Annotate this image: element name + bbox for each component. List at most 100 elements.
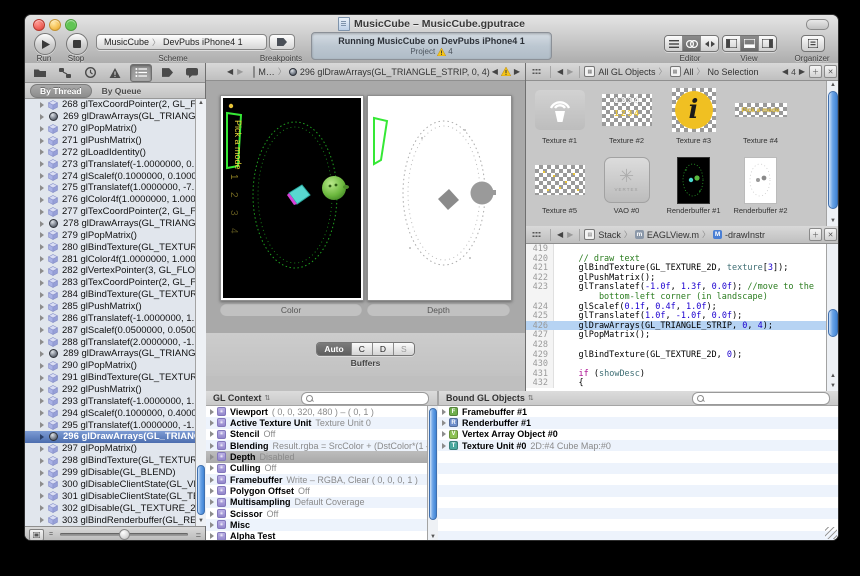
gl-context-row[interactable]: ✳ScissorOff [206, 508, 427, 519]
disclosure-icon[interactable] [40, 256, 44, 262]
gl-call-row[interactable]: 300 glDisableClientState(GL_VER… [25, 479, 195, 491]
gl-call-row[interactable]: 280 glBindTexture(GL_TEXTURE_… [25, 241, 195, 253]
disclosure-icon[interactable] [40, 149, 44, 155]
disclosure-icon[interactable] [40, 138, 44, 144]
version-editor-icon[interactable] [701, 36, 718, 51]
disclosure-icon[interactable] [442, 420, 446, 426]
disclosure-icon[interactable] [210, 443, 214, 449]
next-issue-icon[interactable]: ▶ [514, 67, 520, 76]
disclosure-icon[interactable] [40, 161, 44, 167]
disclosure-icon[interactable] [210, 522, 214, 528]
gl-call-row[interactable]: 281 glColor4f(1.0000000, 1.000… [25, 253, 195, 265]
bound-object-row[interactable]: TTexture Unit #02D:#4 Cube Map:#0 [438, 440, 839, 451]
utilities-panel-icon[interactable] [759, 36, 776, 51]
gl-context-row[interactable]: ✳BlendingResult.rgba = SrcColor + (DstCo… [206, 440, 427, 451]
disclosure-icon[interactable] [442, 409, 446, 415]
gl-call-row[interactable]: 272 glLoadIdentity() [25, 146, 195, 158]
gl-call-row[interactable]: 293 glTranslatef(-1.0000000, 1.… [25, 395, 195, 407]
jumpbar-call[interactable]: 296 glDrawArrays(GL_TRIANGLE_STRIP, 0, 4… [300, 67, 490, 77]
disclosure-icon[interactable] [40, 434, 44, 440]
detail-slider[interactable] [60, 533, 188, 536]
code-line[interactable]: 431 if (showDesc) [526, 369, 839, 379]
filter-button[interactable] [29, 529, 44, 541]
forward-arrow-icon[interactable]: ▶ [567, 67, 573, 76]
gl-call-row[interactable]: 295 glTranslatef(1.0000000, -1.… [25, 419, 195, 431]
disclosure-icon[interactable] [40, 351, 44, 357]
gl-object-cell[interactable]: ✳VERTEXVAO #0 [593, 157, 660, 215]
gl-call-row[interactable]: 277 glTexCoordPointer(2, GL_FL… [25, 206, 195, 218]
disclosure-icon[interactable] [210, 409, 214, 415]
disclosure-icon[interactable] [40, 339, 44, 345]
code-line[interactable]: bottom-left corner (in landscape) [526, 292, 839, 302]
gl-call-row[interactable]: 274 glScalef(0.1000000, 0.1000… [25, 170, 195, 182]
gl-call-row[interactable]: 290 glPopMatrix() [25, 360, 195, 372]
context-scrollbar[interactable]: ▼ [427, 406, 438, 541]
code-line[interactable]: 427 glPopMatrix(); [526, 330, 839, 340]
gl-call-row[interactable]: 270 glPopMatrix() [25, 123, 195, 135]
gl-call-row[interactable]: 291 glBindTexture(GL_TEXTURE_… [25, 372, 195, 384]
jumpbar-stack[interactable]: Stack [598, 230, 621, 240]
gl-context-row[interactable]: ✳Viewport( 0, 0, 320, 480 ) – ( 0, 1 ) [206, 406, 427, 417]
gl-call-row[interactable]: 279 glPopMatrix() [25, 229, 195, 241]
code-line[interactable]: 428 [526, 340, 839, 350]
buffers-segmented-control[interactable]: AutoCDS [316, 342, 414, 356]
gl-call-row[interactable]: 285 glPushMatrix() [25, 301, 195, 313]
disclosure-icon[interactable] [40, 292, 44, 298]
gl-context-row[interactable]: ✳CullingOff [206, 463, 427, 474]
disclosure-icon[interactable] [40, 398, 44, 404]
disclosure-icon[interactable] [40, 363, 44, 369]
gl-call-row[interactable]: 294 glScalef(0.1000000, 0.4000… [25, 407, 195, 419]
disclosure-icon[interactable] [40, 304, 44, 310]
gl-call-row[interactable]: 289 glDrawArrays(GL_TRIANGLE_… [25, 348, 195, 360]
gl-call-row[interactable]: 276 glColor4f(1.0000000, 1.000… [25, 194, 195, 206]
current-call-code-line[interactable]: 426 glDrawArrays(GL_TRIANGLE_STRIP, 0, 4… [526, 321, 839, 331]
gl-object-cell[interactable]: 1 2 3 41 2 3 4Texture #2 [593, 87, 660, 145]
next-object-icon[interactable]: ▶ [799, 67, 805, 76]
disclosure-icon[interactable] [40, 197, 44, 203]
gl-context-row[interactable]: ✳MultisamplingDefault Coverage [206, 497, 427, 508]
depth-buffer-preview[interactable] [367, 95, 512, 301]
objects-scrollbar[interactable]: ▲ ▼ [826, 81, 839, 226]
disclosure-icon[interactable] [40, 209, 44, 215]
sort-arrows-icon[interactable]: ⇅ [528, 394, 534, 402]
code-line[interactable]: 423 glTranslatef(-1.0f, 1.3f, 0.0f); //m… [526, 282, 839, 292]
log-navigator-icon[interactable] [182, 65, 202, 81]
jumpbar-all-gl-objects[interactable]: All GL Objects [598, 67, 655, 77]
disclosure-icon[interactable] [210, 431, 214, 437]
buffer-segment-auto[interactable]: Auto [317, 343, 351, 355]
frame-navigator-icon[interactable] [55, 65, 75, 81]
gl-object-cell[interactable]: iTexture #3 [660, 87, 727, 145]
code-line[interactable]: 429 glBindTexture(GL_TEXTURE_2D, 0); [526, 350, 839, 360]
context-search-field[interactable] [301, 392, 429, 405]
related-items-icon[interactable] [532, 231, 541, 238]
resize-grip[interactable] [825, 527, 837, 539]
gl-call-row[interactable]: 284 glBindTexture(GL_TEXTURE_… [25, 289, 195, 301]
bound-object-row[interactable]: FFramebuffer #1 [438, 406, 839, 417]
editor-mode-segmented[interactable] [664, 35, 719, 52]
buffer-segment-s[interactable]: S [394, 343, 414, 355]
gl-call-row[interactable]: 292 glPushMatrix() [25, 384, 195, 396]
forward-arrow-icon[interactable]: ▶ [567, 230, 573, 239]
slider-knob[interactable] [119, 529, 130, 540]
disclosure-icon[interactable] [40, 185, 44, 191]
color-buffer-label[interactable]: Color [220, 303, 362, 316]
disclosure-icon[interactable] [210, 488, 214, 494]
forward-arrow-icon[interactable]: ▶ [237, 67, 243, 76]
code-line[interactable]: 430 [526, 359, 839, 369]
disclosure-icon[interactable] [40, 244, 44, 250]
disclosure-icon[interactable] [210, 465, 214, 471]
gl-object-cell[interactable]: Renderbuffer #1 [660, 157, 727, 215]
gl-context-row[interactable]: ✳Active Texture UnitTexture Unit 0 [206, 417, 427, 428]
gl-call-row[interactable]: 268 glTexCoordPointer(2, GL_FL… [25, 99, 195, 111]
code-scrollbar[interactable]: ▲ ▼ [826, 244, 839, 391]
navigator-scrollbar[interactable]: ▲ ▼ [195, 99, 206, 526]
run-button[interactable] [34, 33, 56, 55]
disclosure-icon[interactable] [442, 443, 446, 449]
gl-context-row[interactable]: ✳StencilOff [206, 429, 427, 440]
issue-navigator-icon[interactable] [105, 65, 125, 81]
debug-navigator-icon[interactable] [130, 64, 152, 82]
disclosure-icon[interactable] [40, 126, 44, 132]
gl-object-cell[interactable]: Pick a modeTexture #4 [727, 87, 794, 145]
disclosure-icon[interactable] [210, 477, 214, 483]
gl-call-row[interactable]: 286 glTranslatef(-1.0000000, 1.… [25, 312, 195, 324]
